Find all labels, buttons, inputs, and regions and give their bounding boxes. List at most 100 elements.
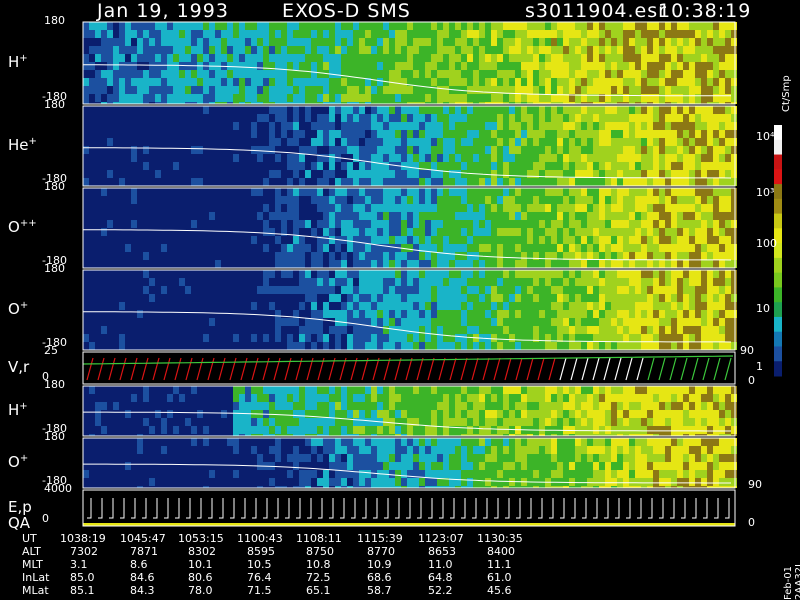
heatmap-cell bbox=[461, 146, 467, 154]
heatmap-cell bbox=[617, 46, 623, 54]
heatmap-cell bbox=[719, 244, 725, 252]
heatmap-cell bbox=[365, 114, 371, 122]
heatmap-cell bbox=[323, 94, 329, 102]
heatmap-cell bbox=[587, 146, 593, 154]
heatmap-cell bbox=[731, 326, 737, 334]
heatmap-cell bbox=[359, 62, 365, 70]
heatmap-cell bbox=[335, 426, 341, 434]
heatmap-cell bbox=[581, 318, 587, 326]
heatmap-cell bbox=[593, 154, 599, 162]
heatmap-cell bbox=[149, 318, 155, 326]
heatmap-cell bbox=[611, 154, 617, 162]
heatmap-cell bbox=[173, 294, 179, 302]
heatmap-cell bbox=[449, 130, 455, 138]
heatmap-cell bbox=[695, 146, 701, 154]
heatmap-cell bbox=[125, 278, 131, 286]
heatmap-cell bbox=[113, 30, 119, 38]
heatmap-cell bbox=[113, 402, 119, 410]
heatmap-cell bbox=[209, 178, 215, 186]
heatmap-cell bbox=[461, 38, 467, 46]
heatmap-cell bbox=[467, 114, 473, 122]
heatmap-cell bbox=[683, 130, 689, 138]
heatmap-cell bbox=[623, 46, 629, 54]
heatmap-cell bbox=[281, 418, 287, 426]
heatmap-cell bbox=[137, 94, 143, 102]
heatmap-cell bbox=[209, 426, 215, 434]
heatmap-cell bbox=[149, 162, 155, 170]
heatmap-cell bbox=[95, 78, 101, 86]
heatmap-cell bbox=[713, 22, 719, 30]
heatmap-cell bbox=[137, 270, 143, 278]
heatmap-cell bbox=[293, 426, 299, 434]
heatmap-cell bbox=[359, 22, 365, 30]
heatmap-cell bbox=[431, 138, 437, 146]
heatmap-cell bbox=[725, 318, 731, 326]
heatmap-cell bbox=[257, 106, 263, 114]
heatmap-cell bbox=[443, 220, 449, 228]
heatmap-cell bbox=[155, 394, 161, 402]
heatmap-cell bbox=[563, 122, 569, 130]
heatmap-cell bbox=[449, 342, 455, 350]
heatmap-cell bbox=[185, 252, 191, 260]
heatmap-cell bbox=[719, 162, 725, 170]
heatmap-cell bbox=[257, 94, 263, 102]
heatmap-cell bbox=[269, 220, 275, 228]
heatmap-cell bbox=[347, 342, 353, 350]
heatmap-cell bbox=[167, 252, 173, 260]
heatmap-cell bbox=[101, 122, 107, 130]
heatmap-cell bbox=[323, 170, 329, 178]
heatmap-cell bbox=[125, 260, 131, 268]
heatmap-cell bbox=[437, 318, 443, 326]
heatmap-cell bbox=[95, 212, 101, 220]
heatmap-cell bbox=[401, 146, 407, 154]
heatmap-cell bbox=[287, 244, 293, 252]
heatmap-cell bbox=[449, 244, 455, 252]
heatmap-cell bbox=[149, 154, 155, 162]
heatmap-cell bbox=[323, 310, 329, 318]
heatmap-cell bbox=[689, 302, 695, 310]
heatmap-cell bbox=[407, 46, 413, 54]
heatmap-cell bbox=[533, 286, 539, 294]
heatmap-cell bbox=[281, 318, 287, 326]
heatmap-cell bbox=[281, 94, 287, 102]
heatmap-cell bbox=[701, 260, 707, 268]
heatmap-cell bbox=[149, 130, 155, 138]
heatmap-cell bbox=[341, 78, 347, 86]
heatmap-cell bbox=[263, 130, 269, 138]
heatmap-cell bbox=[521, 46, 527, 54]
heatmap-cell bbox=[641, 294, 647, 302]
heatmap-cell bbox=[413, 302, 419, 310]
heatmap-cell bbox=[497, 130, 503, 138]
heatmap-cell bbox=[695, 70, 701, 78]
heatmap-cell bbox=[203, 138, 209, 146]
heatmap-cell bbox=[365, 196, 371, 204]
heatmap-cell bbox=[251, 94, 257, 102]
heatmap-cell bbox=[539, 286, 545, 294]
heatmap-cell bbox=[473, 236, 479, 244]
heatmap-cell bbox=[479, 326, 485, 334]
heatmap-cell bbox=[275, 146, 281, 154]
heatmap-cell bbox=[533, 138, 539, 146]
heatmap-cell bbox=[605, 334, 611, 342]
heatmap-cell bbox=[461, 334, 467, 342]
heatmap-cell bbox=[119, 286, 125, 294]
heatmap-cell bbox=[221, 318, 227, 326]
heatmap-cell bbox=[647, 54, 653, 62]
heatmap-cell bbox=[629, 54, 635, 62]
heatmap-cell bbox=[203, 94, 209, 102]
heatmap-cell bbox=[323, 38, 329, 46]
heatmap-cell bbox=[83, 310, 89, 318]
heatmap-cell bbox=[173, 342, 179, 350]
heatmap-cell bbox=[143, 170, 149, 178]
heatmap-cell bbox=[695, 30, 701, 38]
heatmap-cell bbox=[521, 402, 527, 410]
heatmap-cell bbox=[305, 244, 311, 252]
heatmap-cell bbox=[473, 162, 479, 170]
heatmap-cell bbox=[323, 244, 329, 252]
heatmap-cell bbox=[95, 114, 101, 122]
heatmap-cell bbox=[377, 146, 383, 154]
heatmap-cell bbox=[305, 278, 311, 286]
heatmap-cell bbox=[299, 252, 305, 260]
heatmap-cell bbox=[401, 54, 407, 62]
heatmap-cell bbox=[83, 30, 89, 38]
